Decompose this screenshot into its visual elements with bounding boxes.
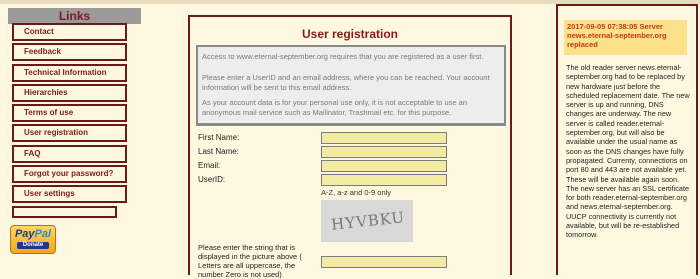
nav-link-label: User settings [24,189,75,198]
nav-link-label: FAQ [24,149,41,158]
nav-link-faq[interactable]: FAQ [12,145,127,163]
sidebar-heading: Links [8,8,141,24]
registration-panel: User registration Access to www.eternal-… [188,15,512,279]
nav-link-user-registration[interactable]: User registration [12,124,127,142]
nav-link-label: Technical Information [24,68,107,77]
news-panel: 2017-09-05 07:38:05 Server news.eternal-… [556,4,698,275]
notice-paragraph: As your account data is for your persona… [202,98,468,117]
email-input[interactable] [321,160,447,172]
last-name-label: Last Name: [198,147,239,156]
first-name-label: First Name: [198,133,240,142]
donate-label: Donate [17,242,49,249]
captcha-image: HYVBKU [321,200,413,242]
nav-link-hierarchies[interactable]: Hierarchies [12,84,127,102]
nav-link-label: Terms of use [24,108,74,117]
last-name-input[interactable] [321,146,447,158]
userid-hint: A-Z, a-z and 0-9 only [321,188,392,197]
nav-link-label: Contact [24,27,54,36]
nav-link-user-settings[interactable]: User settings [12,185,127,203]
paypal-donate-button[interactable]: PayPal Donate [10,225,56,254]
nav-link-feedback[interactable]: Feedback [12,43,127,61]
registration-notice: Access to www.eternal-september.org requ… [196,45,506,125]
captcha-input[interactable] [321,256,447,268]
page-title: User registration [301,27,399,41]
userid-label: UserID: [198,175,226,184]
nav-link-label: Hierarchies [24,88,68,97]
captcha-text: HYVBKU [330,208,406,234]
nav-link-label: Forgot your password? [24,169,114,178]
nav-link-technical-information[interactable]: Technical Information [12,64,127,82]
notice-paragraph: Please enter a UserID and an email addre… [202,73,490,92]
notice-paragraph: Access to www.eternal-september.org requ… [202,52,484,61]
nav-link-forgot-password[interactable]: Forgot your password? [12,165,127,183]
first-name-input[interactable] [321,132,447,144]
captcha-label: Please enter the string that is displaye… [198,243,302,279]
nav-link-terms-of-use[interactable]: Terms of use [12,104,127,122]
nav-link-label: User registration [24,128,89,137]
userid-input[interactable] [321,174,447,186]
nav-link-contact[interactable]: Contact [12,23,127,41]
nav-empty-box [12,206,117,218]
nav-link-label: Feedback [24,47,61,56]
news-heading: 2017-09-05 07:38:05 Server news.eternal-… [564,20,687,55]
divider [196,125,506,126]
paypal-logo: PayPal [14,228,52,240]
news-body: The old reader server news.eternal-septe… [566,63,690,240]
email-label: Email: [198,161,221,170]
